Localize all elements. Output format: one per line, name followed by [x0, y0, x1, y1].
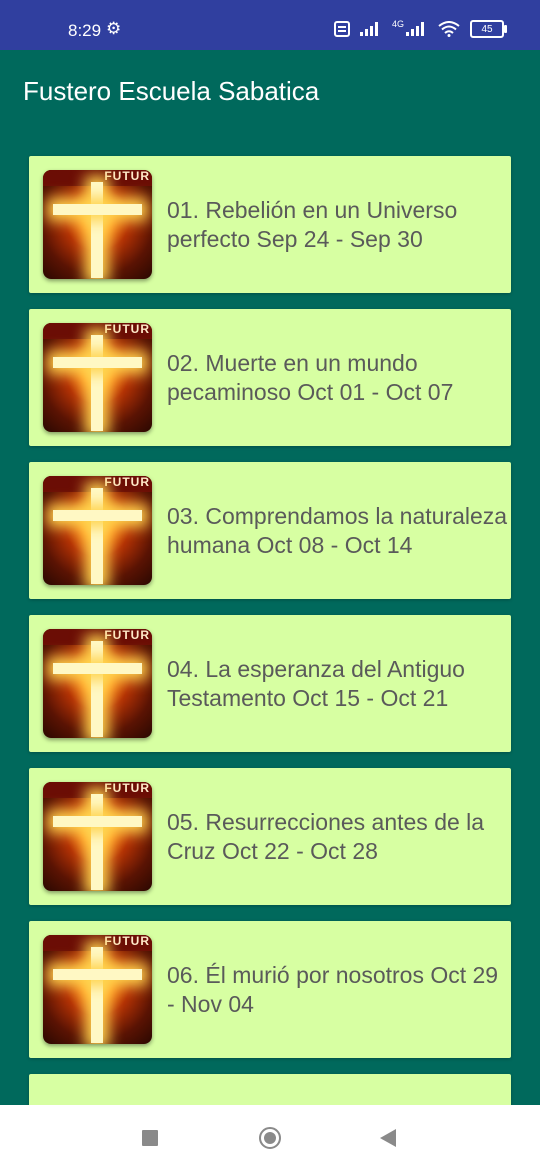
lesson-title: 05. Resurrecciones antes de la Cruz Oct …: [167, 808, 485, 864]
lesson-card[interactable]: FUTUR 04. La esperanza del Antiguo Testa…: [29, 615, 511, 752]
lesson-title: 01. Rebelión en un Universo perfecto Sep…: [167, 196, 458, 252]
app-title: Fustero Escuela Sabatica: [23, 76, 320, 106]
status-bar: 8:29 ⚙ 4G 45: [0, 0, 540, 50]
lesson-card[interactable]: FUTUR 06. Él murió por nosotros Oct 29 -…: [29, 921, 511, 1058]
lesson-title: 02. Muerte en un mundo pecaminoso Oct 01…: [167, 349, 454, 405]
thumbnail-caption: FUTUR: [104, 170, 150, 183]
cross-thumbnail-icon: FUTUR: [43, 476, 152, 585]
lesson-card[interactable]: FUTUR 05. Resurrecciones antes de la Cru…: [29, 768, 511, 905]
cross-thumbnail-icon: FUTUR: [43, 170, 152, 279]
signal-icon: [359, 22, 378, 36]
thumbnail-caption: FUTUR: [104, 782, 150, 795]
app-bar: Fustero Escuela Sabatica: [0, 50, 540, 132]
thumbnail-caption: FUTUR: [104, 935, 150, 948]
lesson-card[interactable]: FUTUR 03. Comprendamos la naturaleza hum…: [29, 462, 511, 599]
status-icons: 4G 45: [333, 19, 507, 38]
battery-level: 45: [481, 23, 493, 35]
volte-icon: [333, 21, 350, 37]
cross-thumbnail-icon: FUTUR: [43, 935, 152, 1044]
thumbnail-caption: FUTUR: [104, 323, 150, 336]
lesson-list[interactable]: FUTUR 01. Rebelión en un Universo perfec…: [0, 132, 540, 1105]
lesson-card[interactable]: FUTUR 01. Rebelión en un Universo perfec…: [29, 156, 511, 293]
home-button[interactable]: [259, 1127, 281, 1149]
cross-thumbnail-icon: FUTUR: [43, 629, 152, 738]
lesson-card[interactable]: FUTUR 02. Muerte en un mundo pecaminoso …: [29, 309, 511, 446]
network-type-label: 4G: [391, 19, 404, 29]
thumbnail-caption: FUTUR: [104, 629, 150, 642]
wifi-icon: [438, 21, 460, 37]
signal-icon-2: [406, 22, 424, 36]
lesson-card-partial[interactable]: [29, 1074, 511, 1105]
settings-gear-icon: ⚙: [106, 19, 122, 38]
lesson-title: 06. Él murió por nosotros Oct 29 - Nov 0…: [167, 961, 499, 1017]
navigation-bar: [0, 1105, 540, 1170]
cross-thumbnail-icon: FUTUR: [43, 323, 152, 432]
status-time: 8:29: [68, 21, 102, 40]
thumbnail-caption: FUTUR: [104, 476, 150, 489]
recents-button[interactable]: [142, 1130, 158, 1146]
battery-icon: 45: [470, 20, 507, 38]
back-button[interactable]: [380, 1129, 396, 1147]
lesson-title: 04. La esperanza del Antiguo Testamento …: [167, 655, 465, 711]
cross-thumbnail-icon: FUTUR: [43, 782, 152, 891]
lesson-title: 03. Comprendamos la naturaleza humana Oc…: [167, 502, 508, 558]
